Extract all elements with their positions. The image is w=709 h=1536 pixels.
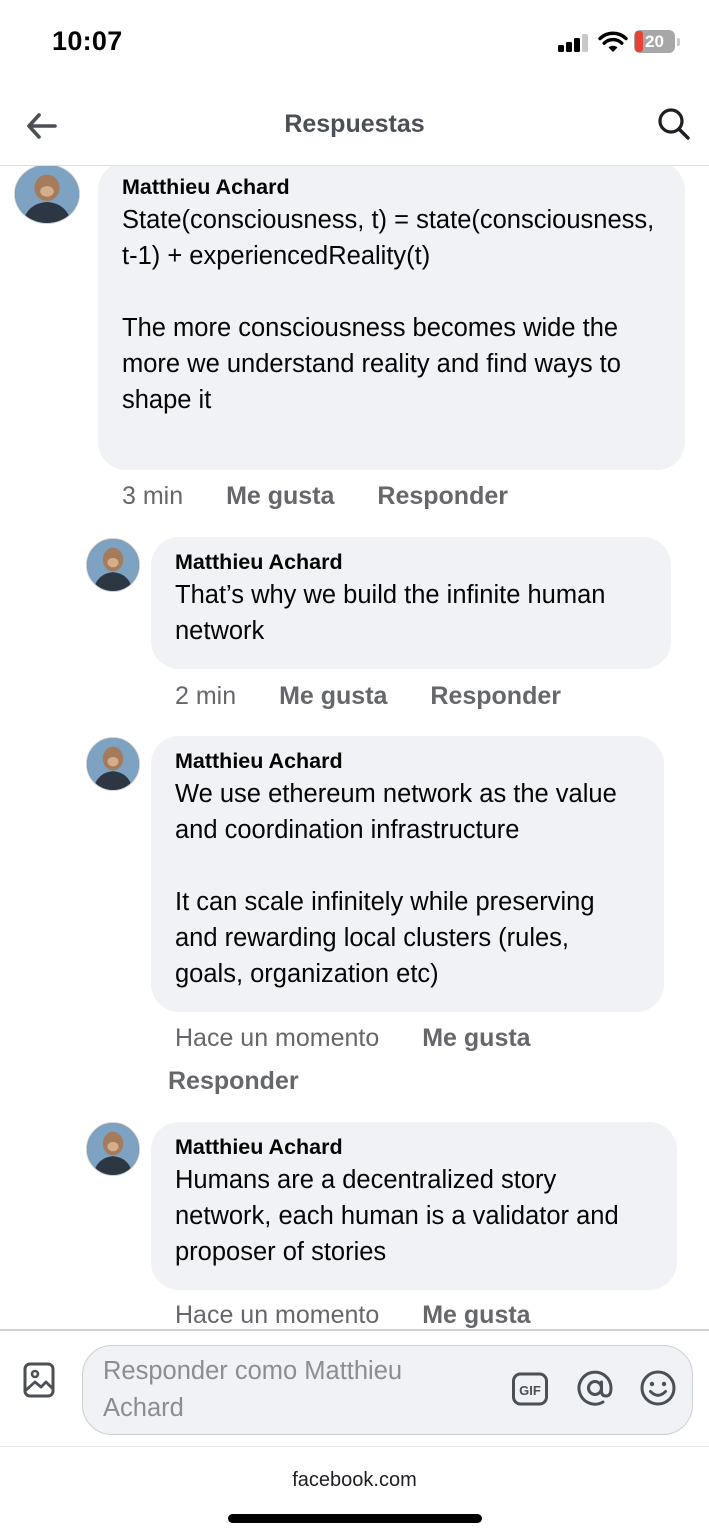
url-label[interactable]: facebook.com [0,1469,709,1492]
comment-meta: 3 min Me gusta Responder [122,482,508,511]
photo-button[interactable] [22,1361,60,1401]
like-button[interactable]: Me gusta [422,1024,530,1052]
comment-time[interactable]: 3 min [122,482,183,510]
like-button[interactable]: Me gusta [226,482,334,510]
comment-text: State(consciousness, t) = state(consciou… [122,206,655,270]
wifi-icon [598,30,628,54]
reply-button[interactable]: Responder [430,682,561,710]
reply-composer: Responder como Matthieu Achard GIF [0,1329,709,1447]
header-bar: Respuestas [0,88,709,166]
comment-author[interactable]: Matthieu Achard [175,1132,653,1162]
smiley-icon [640,1370,676,1406]
status-time: 10:07 [52,26,123,56]
photo-icon [23,1362,55,1398]
comment-thread: Matthieu Achard State(consciousness, t) … [0,166,709,1329]
like-button[interactable]: Me gusta [422,1301,530,1329]
comment-bubble[interactable]: Matthieu Achard Humans are a decentraliz… [151,1122,677,1290]
comment-meta: Hace un momento Me gusta [175,1024,531,1053]
svg-text:GIF: GIF [519,1383,541,1398]
avatar[interactable] [86,737,140,791]
gif-button[interactable]: GIF [511,1370,549,1408]
avatar[interactable] [86,1122,140,1176]
comment-time[interactable]: Hace un momento [175,1301,379,1329]
comment-text: That’s why we build the infinite human n… [175,581,606,645]
comment-author[interactable]: Matthieu Achard [122,172,661,202]
status-bar: 10:07 20 [0,0,709,88]
emoji-button[interactable] [638,1368,678,1408]
comment-text: Humans are a decentralized story network… [175,1166,619,1266]
avatar[interactable] [86,538,140,592]
cellular-signal-icon [558,34,590,52]
page-title: Respuestas [284,110,425,138]
comment-text: The more consciousness becomes wide the … [122,314,621,414]
comment-meta-wrapped: Responder [168,1067,299,1096]
comment-meta: Hace un momento Me gusta [175,1301,531,1329]
avatar[interactable] [14,166,80,224]
comment-bubble[interactable]: Matthieu Achard State(consciousness, t) … [98,166,685,470]
gif-icon: GIF [512,1372,548,1406]
like-button[interactable]: Me gusta [279,682,387,710]
comment-author[interactable]: Matthieu Achard [175,746,640,776]
comment-bubble[interactable]: Matthieu Achard We use ethereum network … [151,736,664,1012]
reply-button[interactable]: Responder [377,482,508,510]
comment-text: We use ethereum network as the value and… [175,780,617,844]
battery-icon: 20 [634,30,680,54]
reply-button[interactable]: Responder [168,1067,299,1095]
comment-text: It can scale infinitely while preserving… [175,888,595,988]
comment-time[interactable]: 2 min [175,682,236,710]
comment-bubble[interactable]: Matthieu Achard That’s why we build the … [151,537,671,669]
comment-meta: 2 min Me gusta Responder [175,682,561,711]
browser-footer: facebook.com [0,1448,709,1536]
at-sign-icon [577,1370,613,1406]
reply-input[interactable]: Responder como Matthieu Achard GIF [82,1345,693,1435]
search-icon [658,108,690,140]
search-button[interactable] [654,104,694,144]
comment-time[interactable]: Hace un momento [175,1024,379,1052]
comment-author[interactable]: Matthieu Achard [175,547,647,577]
reply-input-placeholder: Responder como Matthieu Achard [103,1357,403,1422]
home-indicator[interactable] [228,1514,482,1523]
mention-button[interactable] [575,1368,615,1408]
